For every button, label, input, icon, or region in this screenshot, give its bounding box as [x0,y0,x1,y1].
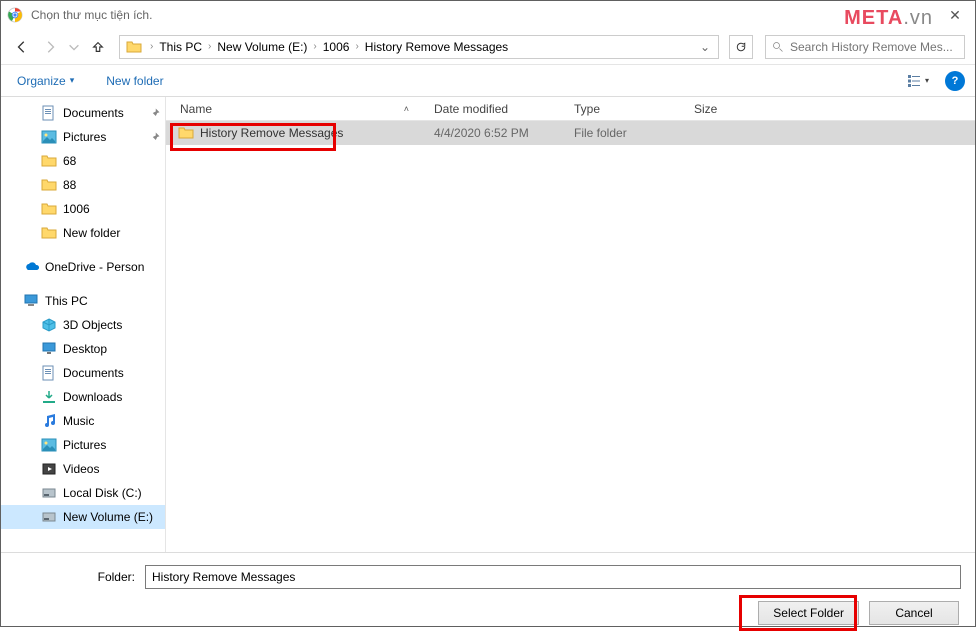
sidebar[interactable]: Documents Pictures 68 88 1006 New folder OneDr… [1,97,166,552]
tree-label: 1006 [63,202,161,216]
recent-dropdown[interactable] [67,36,81,58]
pin-icon [149,131,161,143]
address-dropdown[interactable]: ⌄ [694,40,716,54]
toolbar: Organize▾ New folder ▾ ? [1,65,975,97]
help-button[interactable]: ? [945,71,965,91]
search-input[interactable] [790,40,958,54]
file-type: File folder [566,126,686,140]
col-type[interactable]: Type [566,97,686,120]
tree-item[interactable]: 1006 [1,197,165,221]
tree-label: Local Disk (C:) [63,486,161,500]
file-date: 4/4/2020 6:52 PM [426,126,566,140]
tree-label: This PC [45,294,161,308]
address-bar[interactable]: › This PC › New Volume (E:) › 1006 › His… [119,35,719,59]
tree-item[interactable]: 3D Objects [1,313,165,337]
tree-label: 3D Objects [63,318,161,332]
column-headers: Name˄ Date modified Type Size [166,97,975,121]
chrome-icon [7,7,23,23]
tree-label: New folder [63,226,161,240]
content-area: Documents Pictures 68 88 1006 New folder OneDr… [1,97,975,552]
select-folder-button[interactable]: Select Folder [758,601,859,625]
col-name[interactable]: Name˄ [166,97,426,120]
tree-label: Desktop [63,342,161,356]
tree-item[interactable]: Pictures [1,433,165,457]
navbar: › This PC › New Volume (E:) › 1006 › His… [1,29,975,65]
refresh-button[interactable] [729,35,753,59]
col-size[interactable]: Size [686,97,766,120]
new-folder-button[interactable]: New folder [100,70,169,92]
tree-item[interactable]: Documents [1,101,165,125]
pin-icon [149,107,161,119]
tree-item[interactable]: 88 [1,173,165,197]
tree-item[interactable]: New folder [1,221,165,245]
tree-label: Pictures [63,130,149,144]
breadcrumb-item[interactable]: 1006 [321,36,352,58]
tree-item[interactable]: Documents [1,361,165,385]
window-title: Chọn thư mục tiện ích. [31,8,941,22]
tree-item[interactable]: Desktop [1,337,165,361]
col-date[interactable]: Date modified [426,97,566,120]
cancel-button[interactable]: Cancel [869,601,959,625]
folder-input[interactable] [145,565,961,589]
tree-item[interactable]: This PC [1,289,165,313]
tree-item[interactable]: Local Disk (C:) [1,481,165,505]
file-pane[interactable]: Name˄ Date modified Type Size History Re… [166,97,975,552]
file-name: History Remove Messages [200,126,343,140]
tree-item[interactable]: Pictures [1,125,165,149]
tree-item[interactable]: 68 [1,149,165,173]
chevron-right-icon: › [146,41,157,52]
tree-label: 68 [63,154,161,168]
chevron-right-icon: › [204,41,215,52]
titlebar: Chọn thư mục tiện ích. ✕ [1,1,975,29]
chevron-right-icon: › [351,41,362,52]
tree-label: Pictures [63,438,161,452]
tree-label: Documents [63,106,149,120]
file-row[interactable]: History Remove Messages 4/4/2020 6:52 PMF… [166,121,975,145]
up-button[interactable] [87,36,109,58]
tree-item[interactable]: Videos [1,457,165,481]
tree-item[interactable]: OneDrive - Person [1,255,165,279]
breadcrumb-item[interactable]: New Volume (E:) [215,36,309,58]
tree-label: Documents [63,366,161,380]
chevron-right-icon: › [309,41,320,52]
forward-button[interactable] [39,36,61,58]
folder-label: Folder: [15,570,145,584]
tree-item[interactable]: Music [1,409,165,433]
breadcrumb-item[interactable]: History Remove Messages [363,36,510,58]
tree-label: New Volume (E:) [63,510,161,524]
tree-label: Downloads [63,390,161,404]
tree-label: Videos [63,462,161,476]
search-box[interactable] [765,35,965,59]
tree-label: OneDrive - Person [45,260,161,274]
tree-item[interactable]: New Volume (E:) [1,505,165,529]
tree-label: Music [63,414,161,428]
search-icon [772,41,784,53]
footer: Folder: Select Folder Cancel [1,552,975,637]
view-options-button[interactable]: ▾ [903,70,933,92]
back-button[interactable] [11,36,33,58]
breadcrumb-item[interactable]: This PC [157,36,204,58]
organize-menu[interactable]: Organize▾ [11,70,80,92]
tree-item[interactable]: Downloads [1,385,165,409]
close-button[interactable]: ✕ [941,7,969,24]
tree-label: 88 [63,178,161,192]
folder-icon [178,125,194,141]
folder-icon [126,39,142,55]
